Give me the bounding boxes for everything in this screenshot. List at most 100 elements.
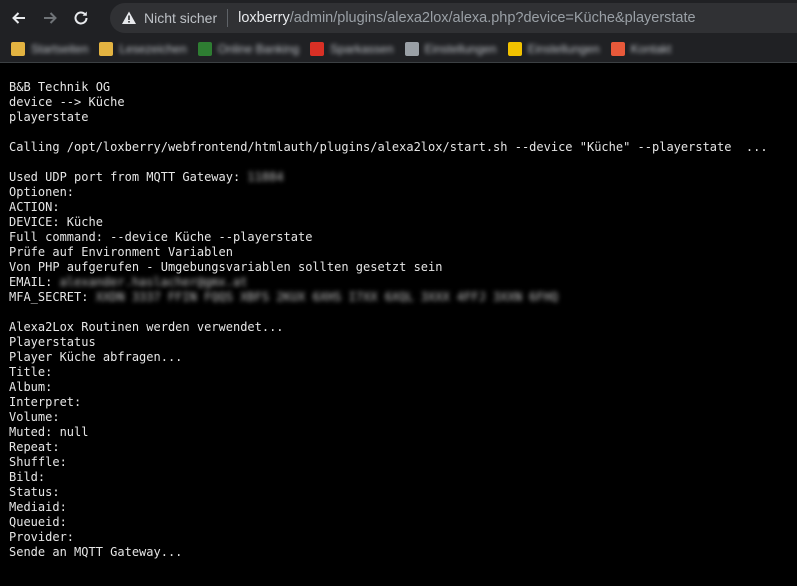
terminal-line-text: Title: <box>9 365 53 379</box>
bookmark-icon <box>404 42 419 56</box>
bookmark-icon <box>610 42 625 56</box>
terminal-line-text: Volume: <box>9 410 60 424</box>
bookmark-label: Kontakt <box>630 42 672 56</box>
terminal-line: Player Küche abfragen... <box>9 350 789 365</box>
address-bar[interactable]: Nicht sicher loxberry/admin/plugins/alex… <box>110 3 797 33</box>
terminal-line-text: MFA_SECRET: <box>9 290 96 304</box>
terminal-line-text: Playerstatus <box>9 335 96 349</box>
terminal-line-text: Calling /opt/loxberry/webfrontend/htmlau… <box>9 140 768 154</box>
terminal-line-text: Muted: null <box>9 425 89 439</box>
bookmark-icon <box>310 42 325 56</box>
reload-button[interactable] <box>69 6 93 30</box>
browser-toolbar: Nicht sicher loxberry/admin/plugins/alex… <box>0 0 797 36</box>
bookmark-label: Online Banking <box>217 42 300 56</box>
terminal-line-text: Queueid: <box>9 515 67 529</box>
terminal-line-text: B&B Technik OG <box>9 80 111 94</box>
terminal-line: Playerstatus <box>9 335 789 350</box>
terminal-line: MFA_SECRET: XXDN 3337 FFIN FQQS XBFS 2KU… <box>9 290 789 305</box>
terminal-line-text: playerstate <box>9 110 89 124</box>
terminal-line: Repeat: <box>9 440 789 455</box>
terminal-line-text: Bild: <box>9 470 46 484</box>
bookmark-label: Lesezeichen <box>119 42 187 56</box>
bookmark-label: Sparkassen <box>330 42 394 56</box>
bookmark-item[interactable]: Einstellungen <box>507 42 600 56</box>
bookmark-icon <box>197 42 212 56</box>
terminal-line: Shuffle: <box>9 455 789 470</box>
terminal-line-text: device --> Küche <box>9 95 125 109</box>
terminal-line: Provider: <box>9 530 789 545</box>
terminal-output: B&B Technik OG device --> Küche playerstat… <box>9 80 789 560</box>
bookmark-icon <box>99 42 114 56</box>
bookmark-item[interactable]: Einstellungen <box>404 42 497 56</box>
terminal-line-text: Repeat: <box>9 440 60 454</box>
terminal-line: Status: <box>9 485 789 500</box>
bookmarks-bar: Startseiten Lesezeichen Online Banking Spar… <box>0 36 797 63</box>
bookmark-label: Einstellungen <box>527 42 600 56</box>
terminal-line-text: Used UDP port from MQTT Gateway: <box>9 170 248 184</box>
bookmark-item[interactable]: Startseiten <box>11 42 88 56</box>
terminal-line: Muted: null <box>9 425 789 440</box>
arrow-right-icon <box>44 12 57 24</box>
terminal-line: Volume: <box>9 410 789 425</box>
bookmark-label: Startseiten <box>31 42 89 56</box>
bookmark-label: Einstellungen <box>424 42 497 56</box>
divider <box>227 9 229 27</box>
terminal-line: Optionen: <box>9 185 789 200</box>
redacted-value: XXDN 3337 FFIN FQQS XBFS 2KUX 6XHS I7XX … <box>95 290 559 304</box>
bookmark-item[interactable]: Sparkassen <box>310 42 394 56</box>
forward-button[interactable] <box>38 6 62 30</box>
terminal-line-text: Status: <box>9 485 60 499</box>
terminal-line: Von PHP aufgerufen - Umgebungsvariablen … <box>9 260 789 275</box>
url-text[interactable]: loxberry/admin/plugins/alexa2lox/alexa.p… <box>238 10 695 26</box>
terminal-line-text: Mediaid: <box>9 500 67 514</box>
arrow-left-icon <box>12 12 25 24</box>
bookmark-icon <box>507 42 522 56</box>
terminal-line: Interpret: <box>9 395 789 410</box>
terminal-line-text: EMAIL: <box>9 275 60 289</box>
bookmark-item[interactable]: Online Banking <box>197 42 300 56</box>
terminal-line: Title: <box>9 365 789 380</box>
terminal-line: EMAIL: alexander.haslacher@gmx.at <box>9 275 789 290</box>
terminal-line-text: Player Küche abfragen... <box>9 350 183 364</box>
terminal-line: Queueid: <box>9 515 789 530</box>
terminal-line-text: Prüfe auf Environment Variablen <box>9 245 233 259</box>
terminal-line: ACTION: <box>9 200 789 215</box>
terminal-line: Album: <box>9 380 789 395</box>
terminal-line: Mediaid: <box>9 500 789 515</box>
terminal-line-text: ACTION: <box>9 200 60 214</box>
terminal-line: DEVICE: Küche <box>9 215 789 230</box>
terminal-line-text: Provider: <box>9 530 75 544</box>
terminal-line: playerstate <box>9 110 789 125</box>
url-host: loxberry <box>238 10 290 26</box>
terminal-line: Bild: <box>9 470 789 485</box>
terminal-line-text: DEVICE: Küche <box>9 215 103 229</box>
terminal-line-text: Shuffle: <box>9 455 67 469</box>
bookmark-item[interactable]: Lesezeichen <box>99 42 187 56</box>
terminal-line: Used UDP port from MQTT Gateway: 11884 <box>9 170 789 185</box>
terminal-line: Prüfe auf Environment Variablen <box>9 245 789 260</box>
bookmark-item[interactable]: Kontakt <box>610 42 672 56</box>
reload-icon <box>74 11 88 25</box>
terminal-line: Alexa2Lox Routinen werden verwendet... <box>9 320 789 335</box>
terminal-line-text: Optionen: <box>9 185 75 199</box>
redacted-value: 11884 <box>247 170 284 184</box>
terminal-line: Full command: --device Küche --playersta… <box>9 230 789 245</box>
terminal-line-text: Album: <box>9 380 53 394</box>
terminal-line-text: Von PHP aufgerufen - Umgebungsvariablen … <box>9 260 443 274</box>
security-label[interactable]: Nicht sicher <box>144 10 217 26</box>
url-path: /admin/plugins/alexa2lox/alexa.php?devic… <box>289 10 696 26</box>
warning-icon <box>120 9 138 27</box>
terminal-line: B&B Technik OG <box>9 80 789 95</box>
redacted-value: alexander.haslacher@gmx.at <box>59 275 248 289</box>
bookmark-icon <box>11 42 25 56</box>
terminal-line: device --> Küche <box>9 95 789 110</box>
terminal-line-text: Alexa2Lox Routinen werden verwendet... <box>9 320 284 334</box>
terminal-line: Calling /opt/loxberry/webfrontend/htmlau… <box>9 140 789 155</box>
terminal-line-text: Interpret: <box>9 395 82 409</box>
terminal-line-text: Sende an MQTT Gateway... <box>9 545 183 559</box>
back-button[interactable] <box>7 6 31 30</box>
terminal-line: Sende an MQTT Gateway... <box>9 545 789 560</box>
